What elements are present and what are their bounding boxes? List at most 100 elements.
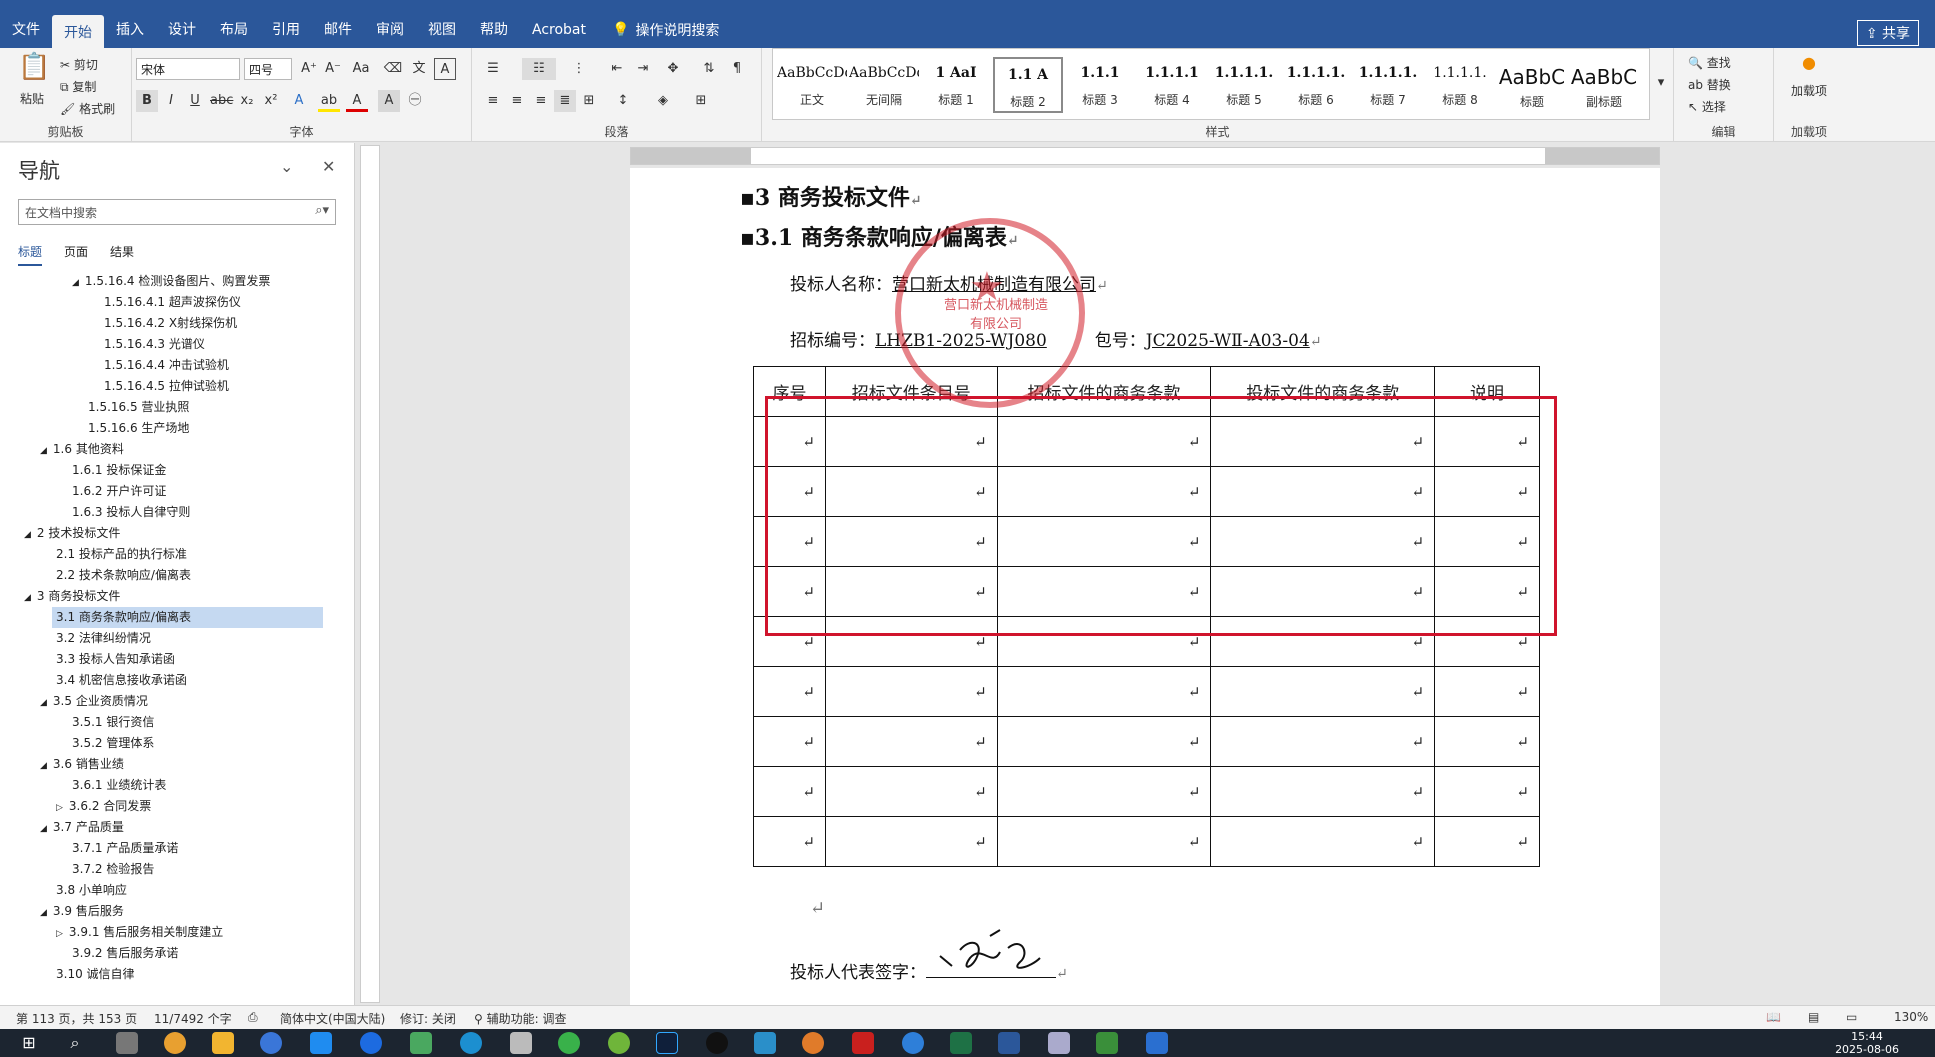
track-changes-status[interactable]: 修订: 关闭 [400, 1010, 456, 1027]
table-cell[interactable]: ↵ [824, 766, 998, 817]
word-icon[interactable] [998, 1032, 1020, 1054]
nav-tab-headings[interactable]: 标题 [18, 243, 43, 266]
system-clock[interactable]: 15:44 2025-08-06 [1835, 1030, 1899, 1056]
table-cell[interactable]: ↵ [753, 766, 826, 817]
app-icon[interactable] [360, 1032, 382, 1054]
app-icon[interactable] [460, 1032, 482, 1054]
table-cell[interactable]: ↵ [996, 816, 1212, 867]
style-heading-4[interactable]: 1.1.1.1 标题 4 [1137, 57, 1207, 113]
collapse-triangle-icon[interactable]: ◢ [40, 446, 47, 456]
bold-icon[interactable]: B [136, 90, 158, 112]
app-icon[interactable] [754, 1032, 776, 1054]
collapse-triangle-icon[interactable]: ◢ [40, 908, 47, 918]
strikethrough-icon[interactable]: abc [210, 90, 233, 112]
nav-heading-item[interactable]: ◢ 2 技术投标文件 [24, 523, 120, 544]
wechat-icon[interactable] [558, 1032, 580, 1054]
nav-heading-item[interactable]: 3.5.2 管理体系 [72, 733, 154, 754]
subscript-icon[interactable]: x₂ [236, 90, 258, 112]
calculator-icon[interactable] [116, 1032, 138, 1054]
tell-me-box[interactable]: 💡 操作说明搜索 [598, 20, 719, 40]
highlight-icon[interactable]: ab [318, 90, 340, 112]
bullets-icon[interactable]: ☰ [482, 58, 504, 80]
nav-heading-item[interactable]: ◢ 3.6 销售业绩 [40, 754, 124, 775]
shading-icon[interactable]: ◈ [652, 90, 674, 112]
nav-heading-item[interactable]: 1.6.1 投标保证金 [72, 460, 166, 481]
language[interactable]: 简体中文(中国大陆) [280, 1010, 385, 1027]
tab-file[interactable]: 文件 [0, 15, 52, 45]
nav-heading-item[interactable]: 1.5.16.4.2 X射线探伤机 [104, 313, 237, 334]
grow-font-icon[interactable]: A⁺ [298, 58, 320, 80]
increase-indent-icon[interactable]: ⇥ [632, 58, 654, 80]
tab-design[interactable]: 设计 [156, 15, 208, 45]
italic-icon[interactable]: I [160, 90, 182, 112]
table-cell[interactable]: ↵ [1210, 816, 1436, 867]
app-icon[interactable] [1096, 1032, 1118, 1054]
table-cell[interactable]: ↵ [824, 816, 998, 867]
change-case-icon[interactable]: Aa [350, 58, 372, 80]
nav-heading-item[interactable]: 3.7.1 产品质量承诺 [72, 838, 178, 859]
tab-layout[interactable]: 布局 [208, 15, 260, 45]
zoom-level[interactable]: 130% [1894, 1010, 1928, 1024]
photoshop-icon[interactable] [656, 1032, 678, 1054]
table-cell[interactable]: ↵ [753, 716, 826, 767]
horizontal-ruler[interactable] [630, 147, 1660, 165]
char-border-icon[interactable]: A [434, 58, 456, 80]
line-spacing-icon[interactable]: ↕ [612, 90, 634, 112]
windows-start-icon[interactable]: ⊞ [18, 1032, 40, 1054]
close-icon[interactable]: ✕ [322, 157, 335, 176]
tab-view[interactable]: 视图 [416, 15, 468, 45]
word-count[interactable]: 11/7492 个字 [154, 1010, 232, 1027]
chrome-icon[interactable] [164, 1032, 186, 1054]
collapse-triangle-icon[interactable]: ◢ [40, 761, 47, 771]
table-cell[interactable]: ↵ [753, 666, 826, 717]
nav-heading-item[interactable]: ◢ 3.7 产品质量 [40, 817, 124, 838]
nav-heading-item[interactable]: 2.2 技术条款响应/偏离表 [56, 565, 191, 586]
nav-heading-item[interactable]: 3.7.2 检验报告 [72, 859, 154, 880]
page-count[interactable]: 第 113 页，共 153 页 [16, 1010, 137, 1027]
distribute-icon[interactable]: ⊞ [578, 90, 600, 112]
cut-button[interactable]: ✂ 剪切 [60, 56, 98, 73]
collapse-triangle-icon[interactable]: ◢ [24, 530, 31, 540]
table-cell[interactable]: ↵ [1210, 766, 1436, 817]
nav-heading-item[interactable]: 3.9.2 售后服务承诺 [72, 943, 178, 964]
proofing-icon[interactable]: ⎙ [248, 1010, 258, 1025]
qq-icon[interactable] [706, 1032, 728, 1054]
enclose-char-icon[interactable]: ㊀ [404, 90, 426, 112]
folder-icon[interactable] [212, 1032, 234, 1054]
superscript-icon[interactable]: x² [260, 90, 282, 112]
table-cell[interactable]: ↵ [824, 666, 998, 717]
select-button[interactable]: ↖ 选择 [1688, 98, 1726, 115]
decrease-indent-icon[interactable]: ⇤ [606, 58, 628, 80]
addin-icon[interactable]: ● [1798, 52, 1820, 74]
app-icon[interactable] [310, 1032, 332, 1054]
tab-mailings[interactable]: 邮件 [312, 15, 364, 45]
multilevel-list-icon[interactable]: ⋮ [568, 58, 590, 80]
copy-button[interactable]: ⧉ 复制 [60, 78, 96, 95]
style-heading-7[interactable]: 1.1.1.1. 标题 7 [1353, 57, 1423, 113]
network-icon[interactable] [260, 1032, 282, 1054]
align-center-icon[interactable]: ≡ [506, 90, 528, 112]
style-heading-5[interactable]: 1.1.1.1. 标题 5 [1209, 57, 1279, 113]
nav-heading-item[interactable]: 1.6.3 投标人自律守则 [72, 502, 190, 523]
tab-acrobat[interactable]: Acrobat [520, 15, 598, 45]
expand-triangle-icon[interactable]: ▷ [56, 803, 63, 813]
collapse-triangle-icon[interactable]: ◢ [72, 278, 79, 288]
web-layout-icon[interactable]: ▭ [1846, 1010, 1857, 1024]
table-cell[interactable]: ↵ [996, 716, 1212, 767]
nav-heading-item[interactable]: 3.10 诚信自律 [56, 964, 135, 985]
replace-button[interactable]: ab 替换 [1688, 76, 1731, 93]
underline-icon[interactable]: U [184, 90, 206, 112]
acrobat-icon[interactable] [852, 1032, 874, 1054]
shrink-font-icon[interactable]: A⁻ [322, 58, 344, 80]
search-icon[interactable]: ⌕ [64, 1032, 86, 1054]
table-cell[interactable]: ↵ [1434, 666, 1540, 717]
style-subtitle[interactable]: AaBbC 副标题 [1569, 57, 1639, 113]
char-shading-icon[interactable]: A [378, 90, 400, 112]
collapse-triangle-icon[interactable]: ◢ [24, 593, 31, 603]
nav-heading-item[interactable]: 1.5.16.4.3 光谱仪 [104, 334, 205, 355]
phonetic-icon[interactable]: 文 [408, 58, 430, 80]
paste-button[interactable]: 粘贴 [20, 90, 44, 107]
nav-heading-item[interactable]: 1.5.16.6 生产场地 [88, 418, 189, 439]
nav-heading-item[interactable]: 1.5.16.4.5 拉伸试验机 [104, 376, 229, 397]
style-no-spacing[interactable]: AaBbCcDdI无间隔 [849, 57, 919, 113]
